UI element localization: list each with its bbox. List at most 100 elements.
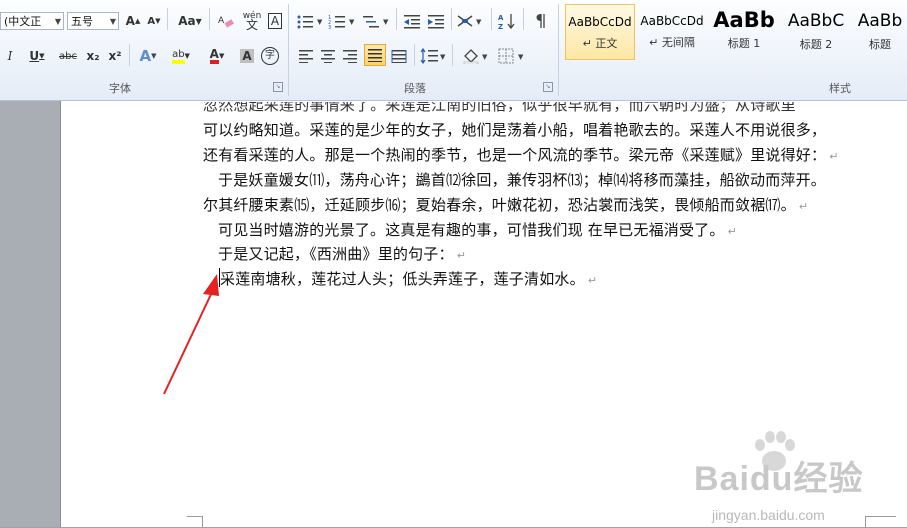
line-spacing-button[interactable]: ▼ <box>420 45 448 67</box>
page-corner-mark <box>187 516 203 528</box>
style-normal[interactable]: AaBbCcDd ↵ 正文 <box>565 4 635 60</box>
numbering-button[interactable]: 1 2 3 ▼ <box>328 10 358 32</box>
decrease-indent-icon <box>404 15 420 29</box>
font-dialog-launcher-icon[interactable]: ↘ <box>273 82 283 92</box>
line-spacing-icon: ▼ <box>420 48 446 64</box>
distributed-align-icon <box>391 50 407 63</box>
group-separator <box>558 4 559 96</box>
superscript-label: x² <box>108 49 122 63</box>
subscript-button[interactable]: x₂ <box>84 45 102 67</box>
watermark-brand: Baidu经验 <box>694 460 864 498</box>
separator <box>491 8 492 30</box>
chinese-layout-button[interactable]: ▼ <box>456 10 486 32</box>
decrease-indent-button[interactable] <box>402 10 422 32</box>
svg-text:A: A <box>218 16 225 26</box>
font-name-combo[interactable]: (中文正 ▼ <box>0 12 64 30</box>
separator <box>167 8 168 30</box>
svg-text:Z: Z <box>498 23 503 30</box>
style-name: 标题 2 <box>799 38 833 51</box>
svg-text:▼: ▼ <box>349 18 355 26</box>
increase-indent-button[interactable] <box>426 10 446 32</box>
text-effect-label: A <box>139 47 152 65</box>
pinyin-guide-button[interactable]: wén 文 <box>240 10 264 32</box>
shading-button[interactable]: ▼ <box>462 45 492 67</box>
svg-text:▼: ▼ <box>383 18 389 26</box>
paragraph-mark-icon: ↵ <box>587 274 598 287</box>
highlight-label: ab <box>172 49 185 64</box>
char-border-label: A <box>267 13 283 29</box>
style-heading-1[interactable]: AaBb 标题 1 <box>709 4 779 60</box>
change-case-button[interactable]: Aa ▼ <box>176 10 204 32</box>
chevron-down-icon: ▼ <box>54 17 61 26</box>
style-sample: AaBbCcDd <box>568 15 632 29</box>
separator <box>209 8 210 30</box>
multilevel-list-button[interactable]: ▼ <box>362 10 392 32</box>
italic-label: I <box>7 49 13 63</box>
style-sample: AaBb <box>857 11 903 31</box>
style-name: 标题 1 <box>727 37 761 50</box>
bullets-button[interactable]: ▼ <box>296 10 326 32</box>
change-case-label: Aa <box>178 14 196 28</box>
ribbon: (中文正 ▼ 五号 ▼ A ▲ A ▼ Aa ▼ A wén 文 A I U ▼ abc … <box>0 0 907 101</box>
highlight-button[interactable]: ab ▼ <box>166 45 196 67</box>
style-title[interactable]: AaBb 标题 <box>853 4 907 60</box>
align-center-button[interactable] <box>318 45 338 67</box>
char-border-button[interactable]: A <box>266 10 284 32</box>
paragraph-mark-icon: ↵ <box>798 200 809 213</box>
font-size-value: 五号 <box>71 15 93 28</box>
style-no-spacing[interactable]: AaBbCcDd ↵ 无间隔 <box>637 4 707 60</box>
style-heading-2[interactable]: AaBbC 标题 2 <box>781 4 851 60</box>
text-effect-button[interactable]: A ▼ <box>134 45 162 67</box>
paragraph-group-label: 段落 <box>404 82 426 95</box>
styles-group-label: 样式 <box>829 82 851 95</box>
style-name: 标题 <box>869 38 891 51</box>
align-left-icon <box>299 50 313 63</box>
strikethrough-label: abc <box>59 50 77 62</box>
numbered-list-icon: 123▼ <box>328 15 355 29</box>
svg-text:3: 3 <box>328 25 331 29</box>
show-marks-button[interactable] <box>530 10 550 32</box>
underline-button[interactable]: U ▼ <box>24 45 50 67</box>
distributed-button[interactable] <box>389 45 409 67</box>
svg-text:A: A <box>498 14 504 22</box>
borders-button[interactable]: ▼ <box>498 45 528 67</box>
page-corner-mark <box>865 516 896 528</box>
font-name-value: (中文正 <box>4 15 42 28</box>
align-right-button[interactable] <box>340 45 360 67</box>
style-sample: AaBbC <box>787 11 845 31</box>
font-color-button[interactable]: A ▼ <box>202 45 232 67</box>
align-right-icon <box>343 50 357 63</box>
style-name: ↵ 无间隔 <box>649 36 695 49</box>
separator <box>452 44 453 66</box>
grow-font-button[interactable]: A ▲ <box>124 10 142 32</box>
enclose-char-button[interactable]: 字 <box>260 45 280 67</box>
align-left-button[interactable] <box>296 45 316 67</box>
line-text: 还有看采莲的人。那是一个热闹的季节，也是一个风流的季节。梁元帝《采莲赋》里说得好… <box>203 146 827 164</box>
superscript-button[interactable]: x² <box>106 45 124 67</box>
grow-font-label: A <box>125 14 135 28</box>
shrink-font-button[interactable]: A ▼ <box>145 10 163 32</box>
multilevel-list-icon: ▼ <box>363 16 389 28</box>
strikethrough-button[interactable]: abc <box>56 45 80 67</box>
shrink-font-label: A <box>147 15 156 27</box>
separator <box>129 44 130 66</box>
line-text: 尔其纤腰束素⒂，迁延顾步⒃；夏始春余，叶嫩花初，恐沾裳而浅笑，畏倾船而敛裾⒄。 <box>203 196 796 214</box>
underline-label: U <box>29 49 40 63</box>
line-text: 于是妖童媛女⑾，荡舟心许；鷁首⑿徐回，兼传羽杯⒀；棹⒁将移而藻挂，船欲动而萍开。 <box>218 171 827 189</box>
clear-format-icon: A <box>218 16 234 28</box>
doc-line-5: 可见当时嬉游的光景了。这真是有趣的事，可惜我们现 在早已无福消受了。 ↵ <box>218 219 737 240</box>
italic-button[interactable]: I <box>2 45 18 67</box>
svg-text:▼: ▼ <box>482 53 488 61</box>
paragraph-dialog-launcher-icon[interactable]: ↘ <box>543 82 553 92</box>
justify-button[interactable] <box>364 44 386 66</box>
clear-format-button[interactable]: A <box>216 10 236 32</box>
char-shading-button[interactable]: A <box>238 45 256 67</box>
separator <box>414 44 415 66</box>
separator <box>523 8 524 30</box>
svg-text:▼: ▼ <box>518 53 524 61</box>
font-size-combo[interactable]: 五号 ▼ <box>67 12 119 30</box>
sort-button[interactable]: AZ <box>497 10 519 32</box>
align-center-icon <box>321 50 335 63</box>
paragraph-mark-icon: ↵ <box>727 225 737 238</box>
justify-icon <box>368 49 382 62</box>
